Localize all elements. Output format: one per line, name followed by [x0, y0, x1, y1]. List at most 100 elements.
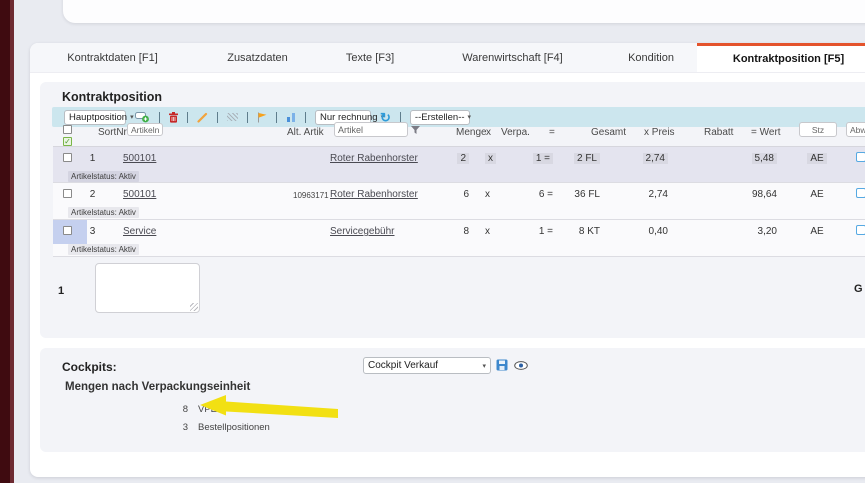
tab-texte[interactable]: Texte [F3] — [320, 43, 420, 72]
tab-kontraktposition[interactable]: Kontraktposition [F5] — [697, 43, 865, 72]
x-cell: x — [485, 226, 490, 237]
toolbar-separator — [399, 111, 401, 123]
header-alt-artikel: Alt. Artik — [287, 127, 324, 138]
sortnr-cell: 3 — [89, 226, 96, 237]
sortnr-cell: 2 — [89, 189, 96, 200]
edit-position-icon[interactable] — [197, 112, 208, 123]
cockpit-panel: Cockpits: Cockpit Verkauf ▾ Mengen nach … — [40, 348, 865, 452]
abw-checkbox[interactable] — [856, 188, 865, 198]
kontraktposition-panel: Kontraktposition Hauptposition ▾ Nur rec… — [40, 82, 865, 338]
position-type-value: Hauptposition — [69, 111, 128, 123]
chevron-down-icon: ▾ — [130, 114, 134, 121]
stat-value: 8 — [182, 404, 188, 415]
row-checkbox[interactable] — [63, 189, 72, 198]
toolbar-separator — [217, 111, 218, 123]
row-checkbox[interactable] — [63, 153, 72, 162]
header-wert: = Wert — [751, 127, 781, 138]
filter-active-checkbox[interactable]: ✓ — [63, 137, 72, 146]
header-sortnr: SortNr — [98, 127, 127, 138]
stz-cell: AE — [810, 189, 824, 200]
header-gesamt: Gesamt — [591, 127, 627, 138]
preis-cell: 0,40 — [648, 226, 668, 237]
eye-icon[interactable] — [514, 361, 528, 370]
menge-cell: 2 — [457, 153, 469, 164]
abw-filter-input[interactable] — [846, 122, 865, 137]
verpa-cell: 1 = — [532, 153, 553, 164]
wert-cell: 3,20 — [757, 226, 777, 237]
x-cell: x — [485, 153, 496, 164]
yellow-arrow-annotation — [200, 394, 340, 427]
table-row[interactable]: 2 500101 10963171 Roter Rabenhorster 6 x… — [53, 183, 865, 220]
chevron-down-icon: ▾ — [482, 362, 486, 370]
header-preis: x Preis — [644, 127, 675, 138]
menge-cell: 8 — [463, 226, 469, 237]
verpa-cell: 6 = — [538, 189, 553, 200]
section-title: Kontraktposition — [62, 90, 162, 104]
select-all-checkbox[interactable] — [63, 125, 72, 134]
cockpit-select-value: Cockpit Verkauf — [368, 360, 439, 371]
position-toolbar: Hauptposition ▾ Nur rechnung ▾ ↻ --Erste… — [52, 107, 865, 127]
note-textarea[interactable] — [95, 263, 200, 313]
gesamt-cell: 8 KT — [578, 226, 600, 237]
artikel-filter-input[interactable] — [334, 122, 408, 137]
tab-bar: Kontraktdaten [F1] Zusatzdaten Texte [F3… — [30, 43, 865, 73]
create-select[interactable]: --Erstellen-- ▾ — [409, 109, 472, 125]
chart-icon[interactable] — [286, 112, 296, 122]
pattern-glyph — [227, 113, 238, 121]
row-checkbox[interactable] — [63, 226, 72, 235]
artikel-link[interactable]: Servicegebühr — [330, 226, 394, 237]
header-x: x — [486, 127, 491, 138]
menge-cell: 6 — [463, 189, 469, 200]
tab-warenwirtschaft[interactable]: Warenwirtschaft [F4] — [420, 43, 605, 72]
artikelnr-link[interactable]: 500101 — [123, 189, 156, 200]
gesamt-cell: 2 FL — [573, 153, 600, 164]
header-menge: Menge — [456, 127, 487, 138]
protocol-icon[interactable] — [227, 113, 238, 121]
main-card: Kontraktdaten [F1] Zusatzdaten Texte [F3… — [30, 43, 865, 477]
save-icon[interactable] — [496, 359, 508, 371]
artikelnr-link[interactable]: Service — [123, 226, 156, 237]
chevron-down-icon: ▾ — [467, 114, 472, 121]
preis-cell: 2,74 — [642, 153, 668, 164]
row-count: 1 — [58, 285, 65, 297]
gesamt-label: G — [854, 283, 863, 295]
delete-position-icon[interactable] — [169, 111, 178, 123]
toolbar-separator — [159, 111, 160, 123]
resize-grip[interactable] — [190, 303, 198, 311]
artikelnr-link[interactable]: 500101 — [123, 153, 156, 164]
tab-zusatzdaten[interactable]: Zusatzdaten — [195, 43, 320, 72]
artikel-link[interactable]: Roter Rabenhorster — [330, 189, 418, 200]
toolbar-separator — [305, 111, 306, 123]
page: Partner: 1010023 - Andreas-Hofer-Apothek… — [0, 0, 865, 483]
abw-checkbox[interactable] — [856, 225, 865, 235]
artikelstatus-chip: Artikelstatus: Aktiv — [68, 171, 139, 182]
artikelstatus-chip: Artikelstatus: Aktiv — [68, 207, 139, 218]
create-select-value: --Erstellen-- — [414, 111, 465, 123]
gesamt-cell: 36 FL — [574, 189, 600, 200]
cockpits-title: Cockpits: — [62, 360, 117, 374]
table-row[interactable]: 1 500101 Roter Rabenhorster 2 x 1 = 2 FL… — [53, 146, 865, 183]
view-filter-value: Nur rechnung — [320, 111, 378, 123]
table-row[interactable]: 3 Service Servicegebühr 8 x 1 = 8 KT 0,4… — [53, 220, 865, 257]
alt-artikel-cell: 10963171 — [293, 191, 329, 200]
mengen-heading: Mengen nach Verpackungseinheit — [65, 381, 251, 393]
abw-checkbox[interactable] — [856, 152, 865, 162]
tab-kontraktdaten[interactable]: Kontraktdaten [F1] — [30, 43, 195, 72]
stz-cell: AE — [807, 153, 827, 164]
cockpit-select[interactable]: Cockpit Verkauf ▾ — [363, 357, 491, 374]
artikelnr-filter-input[interactable] — [127, 123, 163, 136]
wert-cell: 98,64 — [751, 189, 777, 200]
x-cell: x — [485, 189, 490, 200]
sortnr-cell: 1 — [89, 153, 96, 164]
artikelstatus-chip: Artikelstatus: Aktiv — [68, 244, 139, 255]
add-position-icon[interactable] — [135, 111, 150, 123]
position-type-select[interactable]: Hauptposition ▾ — [64, 109, 134, 125]
artikel-link[interactable]: Roter Rabenhorster — [330, 153, 418, 164]
flag-icon[interactable] — [257, 112, 267, 123]
stz-filter-input[interactable] — [799, 122, 837, 137]
filter-funnel-icon[interactable] — [411, 126, 420, 135]
header-eq: = — [549, 127, 555, 138]
window-edge — [0, 0, 10, 483]
tab-kondition[interactable]: Kondition — [605, 43, 697, 72]
header-verpa: Verpa. — [501, 127, 530, 138]
